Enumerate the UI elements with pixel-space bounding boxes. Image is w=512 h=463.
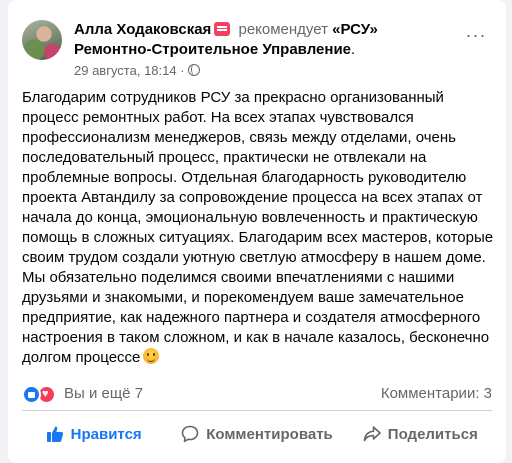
reactors-text: Вы и ещё 7 (64, 385, 144, 402)
like-button[interactable]: Нравится (12, 414, 175, 454)
globe-icon (187, 64, 200, 76)
post-card: Алла Ходаковская рекомендует «РСУ» Ремон… (8, 0, 506, 463)
recommends-label: рекомендует (238, 21, 328, 38)
author-name[interactable]: Алла Ходаковская (74, 21, 211, 38)
post-timestamp[interactable]: 29 августа, 18:14 · (74, 63, 185, 78)
divider (22, 410, 492, 411)
smile-emoji-icon (143, 348, 160, 364)
share-button[interactable]: Поделиться (339, 414, 502, 454)
recommend-icon (214, 22, 231, 36)
page-name-suffix: . (351, 41, 356, 58)
comment-button[interactable]: Комментировать (175, 414, 338, 454)
like-reaction-icon (22, 384, 41, 404)
post-header: Алла Ходаковская рекомендует «РСУ» Ремон… (22, 20, 496, 80)
comment-label: Комментировать (206, 425, 333, 443)
more-icon: ··· (465, 25, 487, 45)
comment-icon (181, 425, 199, 443)
like-label: Нравится (70, 425, 142, 443)
comments-count[interactable]: Комментарии: 3 (381, 384, 492, 404)
post-header-text: Алла Ходаковская рекомендует «РСУ» Ремон… (74, 20, 456, 79)
post-body: Благодарим сотрудников РСУ за прекрасно … (22, 88, 496, 368)
share-icon (363, 425, 381, 443)
share-label: Поделиться (387, 425, 478, 443)
avatar[interactable] (22, 20, 62, 60)
post-meta: 29 августа, 18:14 · (74, 63, 456, 79)
reactions-summary[interactable]: Вы и ещё 7 (22, 384, 143, 404)
thumbs-up-icon (46, 425, 64, 443)
action-bar: Нравится Комментировать Поделиться (12, 414, 502, 454)
post-body-text: Благодарим сотрудников РСУ за прекрасно … (22, 89, 494, 366)
post-stats: Вы и ещё 7 Комментарии: 3 (22, 384, 492, 406)
more-options-button[interactable]: ··· (462, 25, 490, 48)
